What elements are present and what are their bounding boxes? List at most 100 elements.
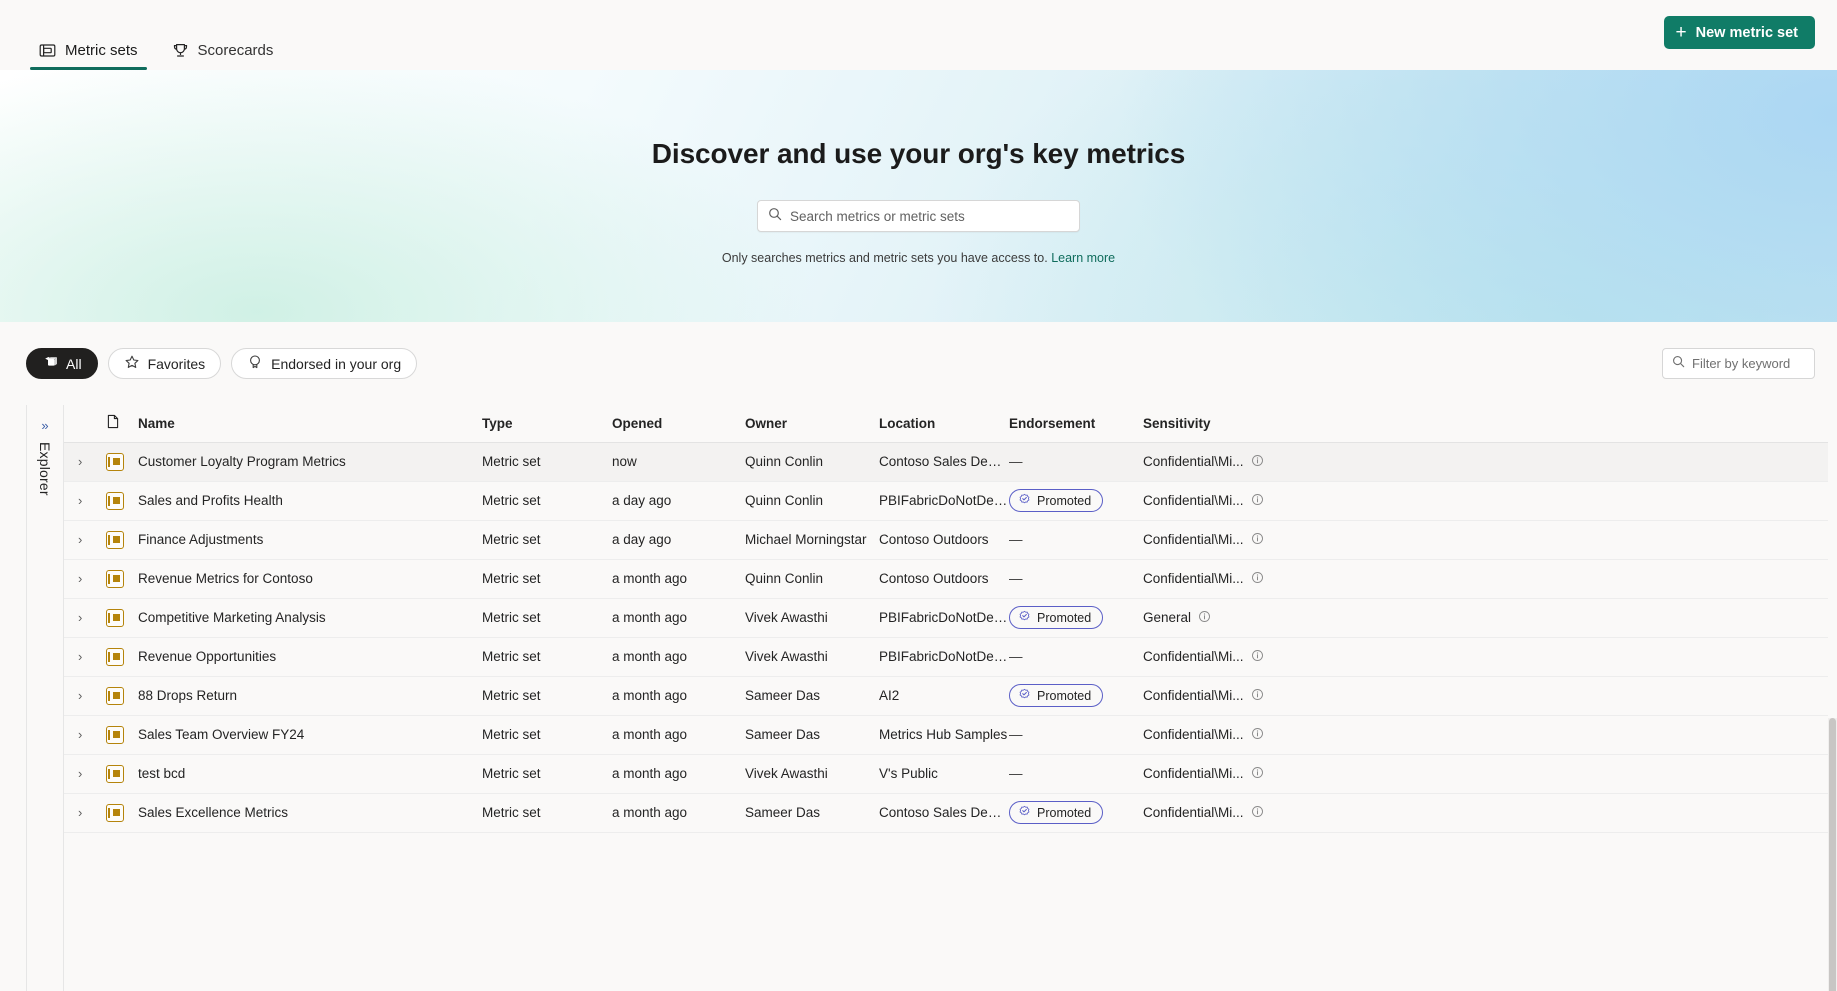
row-expand-toggle[interactable]: › — [64, 754, 106, 794]
row-expand-toggle[interactable]: › — [64, 442, 106, 482]
row-endorsement: — — [1009, 637, 1143, 677]
row-name[interactable]: Sales Team Overview FY24 — [138, 715, 482, 755]
endorsement-badge-promoted[interactable]: Promoted — [1009, 489, 1104, 512]
header-endorsement[interactable]: Endorsement — [1009, 405, 1143, 443]
info-icon[interactable] — [1251, 571, 1264, 587]
header-location[interactable]: Location — [879, 405, 1009, 443]
row-sensitivity: Confidential\Mi... — [1143, 715, 1828, 755]
row-expand-toggle[interactable]: › — [64, 715, 106, 755]
endorsement-badge-label: Promoted — [1037, 493, 1092, 508]
row-name[interactable]: Sales and Profits Health — [138, 481, 482, 521]
tab-metric-sets[interactable]: Metric sets — [26, 42, 151, 70]
table-row[interactable]: › Customer Loyalty Program Metrics Metric … — [64, 442, 1828, 482]
sensitivity-label: Confidential\Mi... — [1143, 688, 1244, 703]
chevron-right-icon: › — [78, 454, 83, 469]
row-name[interactable]: test bcd — [138, 754, 482, 794]
header-type[interactable]: Type — [482, 405, 612, 443]
table-row[interactable]: › Revenue Opportunities Metric set a month … — [64, 637, 1828, 677]
info-icon[interactable] — [1251, 805, 1264, 821]
table-header-row: Name Type Opened Owner Location Endorsem… — [64, 405, 1828, 443]
header-owner[interactable]: Owner — [745, 405, 879, 443]
row-expand-toggle[interactable]: › — [64, 481, 106, 521]
row-sensitivity: Confidential\Mi... — [1143, 442, 1828, 482]
hero-note-text: Only searches metrics and metric sets yo… — [721, 251, 1048, 265]
row-name[interactable]: Customer Loyalty Program Metrics — [138, 442, 482, 482]
info-icon[interactable] — [1251, 649, 1264, 665]
row-name[interactable]: Sales Excellence Metrics — [138, 793, 482, 833]
table-row[interactable]: › test bcd Metric set a month ago Vivek Awas… — [64, 754, 1828, 794]
plus-icon: + — [1675, 22, 1687, 43]
page-scrollbar[interactable] — [1828, 718, 1837, 991]
new-metric-set-label: New metric set — [1695, 24, 1798, 41]
row-expand-toggle[interactable]: › — [64, 520, 106, 560]
table-row[interactable]: › Finance Adjustments Metric set a day ago M… — [64, 520, 1828, 560]
endorsement-badge-promoted[interactable]: Promoted — [1009, 801, 1104, 824]
row-type: Metric set — [482, 442, 612, 482]
filter-pill-all[interactable]: All — [26, 348, 98, 379]
row-expand-toggle[interactable]: › — [64, 598, 106, 638]
row-expand-toggle[interactable]: › — [64, 793, 106, 833]
sensitivity-label-group: Confidential\Mi... — [1143, 493, 1264, 509]
row-endorsement: — — [1009, 520, 1143, 560]
row-expand-toggle[interactable]: › — [64, 559, 106, 599]
header-opened[interactable]: Opened — [612, 405, 745, 443]
row-icon-cell — [106, 754, 138, 794]
row-expand-toggle[interactable]: › — [64, 637, 106, 677]
explorer-rail[interactable]: » Explorer — [26, 405, 64, 991]
endorsement-icon — [247, 354, 263, 373]
row-opened: a day ago — [612, 481, 745, 521]
info-icon[interactable] — [1251, 532, 1264, 548]
row-owner: Michael Morningstar — [745, 520, 879, 560]
keyword-filter-input[interactable] — [1692, 356, 1837, 371]
row-name[interactable]: Competitive Marketing Analysis — [138, 598, 482, 638]
page-scrollbar-thumb[interactable] — [1829, 718, 1836, 991]
sensitivity-label: Confidential\Mi... — [1143, 766, 1244, 781]
table-row[interactable]: › Sales Excellence Metrics Metric set a mon… — [64, 793, 1828, 833]
table-row[interactable]: › Sales and Profits Health Metric set a day… — [64, 481, 1828, 521]
row-sensitivity: Confidential\Mi... — [1143, 559, 1828, 599]
row-name[interactable]: Revenue Opportunities — [138, 637, 482, 677]
sensitivity-label-group: Confidential\Mi... — [1143, 649, 1264, 665]
filter-pill-endorsed[interactable]: Endorsed in your org — [231, 348, 418, 379]
endorsement-badge-promoted[interactable]: Promoted — [1009, 606, 1104, 629]
row-name[interactable]: 88 Drops Return — [138, 676, 482, 716]
row-endorsement: Promoted — [1009, 481, 1143, 521]
table-row[interactable]: › 88 Drops Return Metric set a month ago Sam… — [64, 676, 1828, 716]
new-metric-set-button[interactable]: + New metric set — [1663, 16, 1815, 49]
chevron-right-icon: › — [78, 493, 83, 508]
table-row[interactable]: › Sales Team Overview FY24 Metric set a mon… — [64, 715, 1828, 755]
row-opened: a month ago — [612, 559, 745, 599]
chevron-right-icon: › — [78, 688, 83, 703]
endorsement-badge-promoted[interactable]: Promoted — [1009, 684, 1104, 707]
info-icon[interactable] — [1251, 454, 1264, 470]
info-icon[interactable] — [1251, 727, 1264, 743]
search-input[interactable] — [790, 208, 1069, 224]
info-icon[interactable] — [1251, 688, 1264, 704]
row-owner: Quinn Conlin — [745, 442, 879, 482]
row-location: Contoso Outdoors — [879, 520, 1009, 560]
info-icon[interactable] — [1251, 493, 1264, 509]
table-row[interactable]: › Competitive Marketing Analysis Metric se… — [64, 598, 1828, 638]
row-name[interactable]: Finance Adjustments — [138, 520, 482, 560]
row-owner: Vivek Awasthi — [745, 754, 879, 794]
row-owner: Vivek Awasthi — [745, 637, 879, 677]
row-expand-toggle[interactable]: › — [64, 676, 106, 716]
keyword-filter-box[interactable] — [1662, 348, 1837, 379]
row-opened: a month ago — [612, 793, 745, 833]
header-sensitivity[interactable]: Sensitivity — [1143, 405, 1828, 443]
sensitivity-label: Confidential\Mi... — [1143, 454, 1244, 469]
row-name[interactable]: Revenue Metrics for Contoso — [138, 559, 482, 599]
learn-more-link[interactable]: Learn more — [1051, 251, 1115, 265]
endorsement-badge-label: Promoted — [1037, 688, 1092, 703]
hero-search-box[interactable] — [757, 200, 1080, 232]
filter-pill-favorites[interactable]: Favorites — [107, 348, 222, 379]
table-row[interactable]: › Revenue Metrics for Contoso Metric set a … — [64, 559, 1828, 599]
chevron-double-right-icon[interactable]: » — [41, 419, 48, 432]
header-name[interactable]: Name — [138, 405, 482, 443]
row-endorsement: — — [1009, 754, 1143, 794]
chevron-right-icon: › — [78, 610, 83, 625]
info-icon[interactable] — [1198, 610, 1211, 626]
tab-scorecards[interactable]: Scorecards — [159, 42, 287, 70]
row-owner: Vivek Awasthi — [745, 598, 879, 638]
info-icon[interactable] — [1251, 766, 1264, 782]
